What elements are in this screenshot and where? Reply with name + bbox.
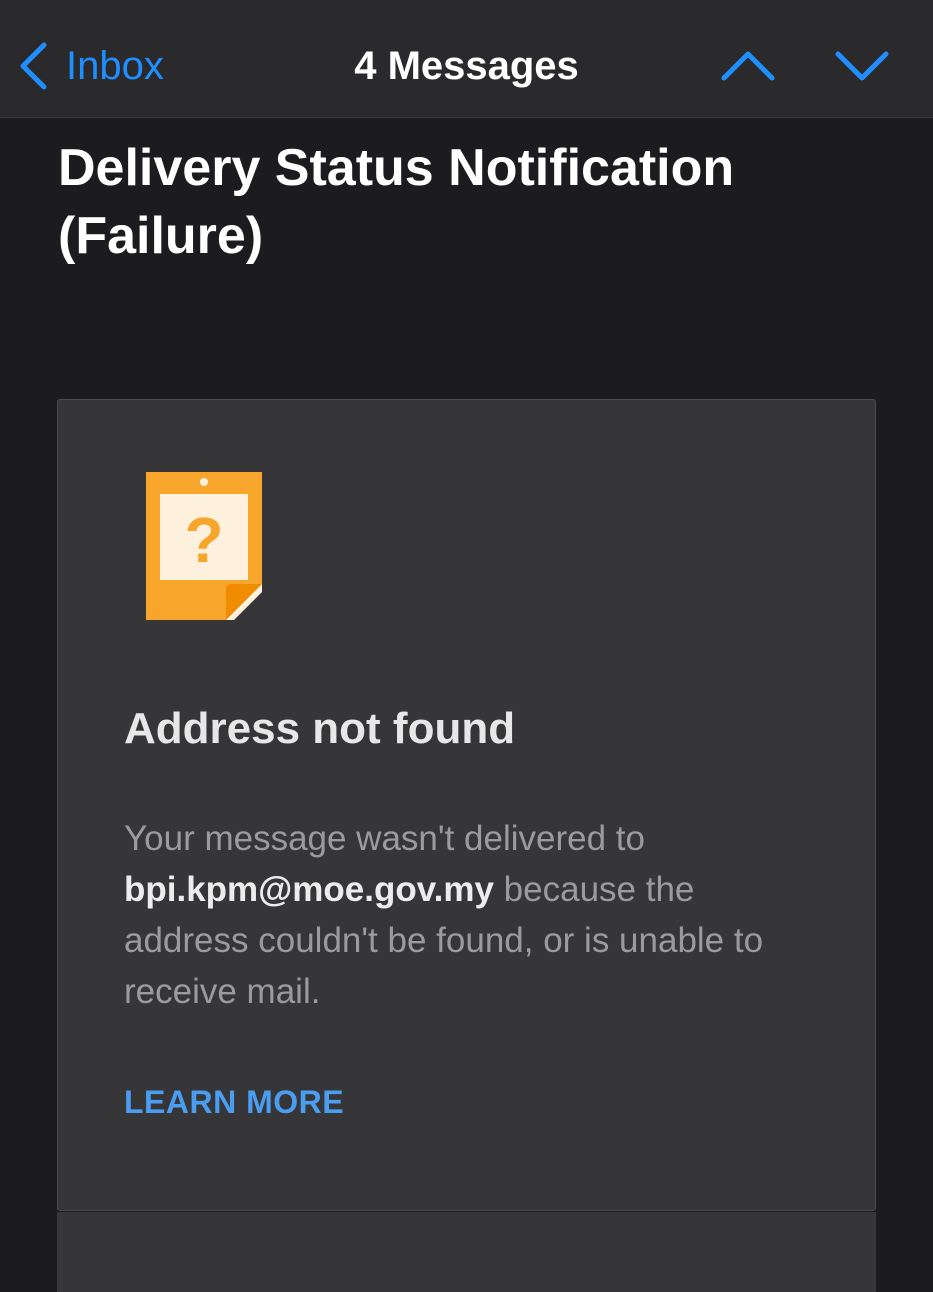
navigation-bar: Inbox 4 Messages	[0, 0, 933, 118]
recipient-address[interactable]: bpi.kpm@moe.gov.my	[124, 870, 494, 909]
previous-message-button[interactable]	[718, 40, 778, 92]
chevron-up-icon	[721, 51, 775, 81]
card-heading: Address not found	[124, 704, 516, 753]
next-card	[57, 1212, 876, 1292]
email-subject: Delivery Status Notification (Failure)	[58, 139, 735, 265]
bounce-notice-card: ? Address not found Your message wasn't …	[57, 399, 876, 1211]
chevron-down-icon	[835, 51, 889, 81]
card-message: Your message wasn't delivered to bpi.kpm…	[124, 813, 824, 1017]
svg-text:?: ?	[184, 504, 223, 576]
question-note-icon: ?	[146, 472, 262, 625]
message-prefix: Your message wasn't delivered to	[124, 819, 645, 858]
next-message-button[interactable]	[832, 40, 892, 92]
learn-more-link[interactable]: LEARN MORE	[124, 1080, 344, 1124]
message-count-title: 4 Messages	[354, 44, 579, 88]
